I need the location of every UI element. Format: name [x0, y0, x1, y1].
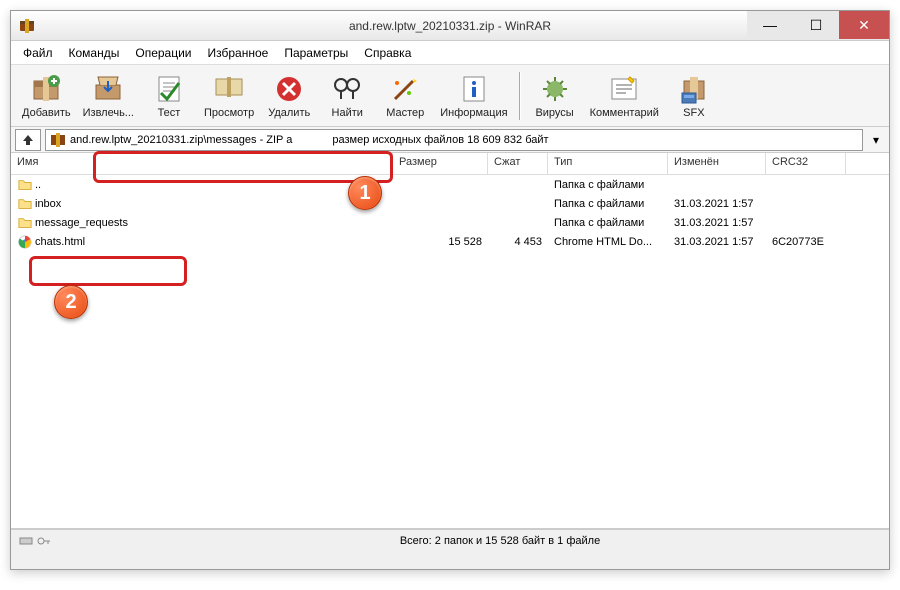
- delete-icon: [273, 73, 305, 105]
- address-info: размер исходных файлов 18 609 832 байт: [332, 134, 548, 146]
- addressbar: and.rew.lptw_20210331.zip\messages - ZIP…: [11, 127, 889, 153]
- menu-file[interactable]: Файл: [15, 43, 61, 63]
- add-icon: [30, 73, 62, 105]
- address-field[interactable]: and.rew.lptw_20210331.zip\messages - ZIP…: [45, 129, 863, 151]
- minimize-button[interactable]: —: [747, 11, 793, 39]
- menu-commands[interactable]: Команды: [61, 43, 128, 63]
- file-row-chats[interactable]: chats.html 15 528 4 453 Chrome HTML Do..…: [11, 232, 889, 251]
- drive-icon: [19, 534, 33, 548]
- maximize-button[interactable]: ☐: [793, 11, 839, 39]
- winrar-window: and.rew.lptw_20210331.zip - WinRAR — ☐ ✕…: [10, 10, 890, 570]
- extract-button[interactable]: Извлечь...: [78, 70, 139, 122]
- file-list: Имя Размер Сжат Тип Изменён CRC32 .. Пап…: [11, 153, 889, 529]
- wizard-button[interactable]: Мастер: [377, 70, 433, 122]
- view-button[interactable]: Просмотр: [199, 70, 259, 122]
- app-icon: [19, 18, 35, 34]
- folder-icon: [17, 215, 33, 231]
- wizard-icon: [389, 73, 421, 105]
- delete-button[interactable]: Удалить: [261, 70, 317, 122]
- col-name[interactable]: Имя: [11, 153, 393, 174]
- menu-operations[interactable]: Операции: [127, 43, 199, 63]
- virus-button[interactable]: Вирусы: [527, 70, 583, 122]
- col-modified[interactable]: Изменён: [668, 153, 766, 174]
- menu-options[interactable]: Параметры: [276, 43, 356, 63]
- close-button[interactable]: ✕: [839, 11, 889, 39]
- file-row-inbox[interactable]: inbox Папка с файлами 31.03.2021 1:57: [11, 194, 889, 213]
- info-button[interactable]: Информация: [435, 70, 512, 122]
- view-icon: [213, 73, 245, 105]
- col-packed[interactable]: Сжат: [488, 153, 548, 174]
- annotation-badge-2: 2: [54, 285, 88, 319]
- status-text: Всего: 2 папок и 15 528 байт в 1 файле: [111, 535, 889, 547]
- folder-icon: [17, 177, 33, 193]
- key-icon: [37, 534, 51, 548]
- window-title: and.rew.lptw_20210331.zip - WinRAR: [349, 19, 551, 33]
- add-button[interactable]: Добавить: [17, 70, 76, 122]
- col-crc[interactable]: CRC32: [766, 153, 846, 174]
- test-button[interactable]: Тест: [141, 70, 197, 122]
- col-size[interactable]: Размер: [393, 153, 488, 174]
- toolbar-separator: [519, 72, 521, 120]
- menubar: Файл Команды Операции Избранное Параметр…: [11, 41, 889, 65]
- chrome-icon: [17, 234, 33, 250]
- comment-button[interactable]: Комментарий: [585, 70, 664, 122]
- menu-help[interactable]: Справка: [356, 43, 419, 63]
- status-icons: [11, 534, 111, 548]
- virus-icon: [539, 73, 571, 105]
- statusbar: Всего: 2 папок и 15 528 байт в 1 файле: [11, 529, 889, 551]
- address-path: and.rew.lptw_20210331.zip\messages - ZIP…: [70, 134, 292, 146]
- find-icon: [331, 73, 363, 105]
- comment-icon: [608, 73, 640, 105]
- info-icon: [458, 73, 490, 105]
- find-button[interactable]: Найти: [319, 70, 375, 122]
- toolbar: Добавить Извлечь... Тест Просмотр Удалит…: [11, 65, 889, 127]
- archive-icon: [50, 132, 66, 148]
- sfx-icon: [678, 73, 710, 105]
- window-controls: — ☐ ✕: [747, 11, 889, 39]
- folder-icon: [17, 196, 33, 212]
- menu-favorites[interactable]: Избранное: [200, 43, 277, 63]
- file-row-parent[interactable]: .. Папка с файлами: [11, 175, 889, 194]
- annotation-badge-1: 1: [348, 176, 382, 210]
- extract-icon: [92, 73, 124, 105]
- col-type[interactable]: Тип: [548, 153, 668, 174]
- address-dropdown[interactable]: ▾: [867, 133, 885, 147]
- titlebar: and.rew.lptw_20210331.zip - WinRAR — ☐ ✕: [11, 11, 889, 41]
- up-button[interactable]: [15, 129, 41, 151]
- file-row-message-requests[interactable]: message_requests Папка с файлами 31.03.2…: [11, 213, 889, 232]
- test-icon: [153, 73, 185, 105]
- column-headers: Имя Размер Сжат Тип Изменён CRC32: [11, 153, 889, 175]
- sfx-button[interactable]: SFX: [666, 70, 722, 122]
